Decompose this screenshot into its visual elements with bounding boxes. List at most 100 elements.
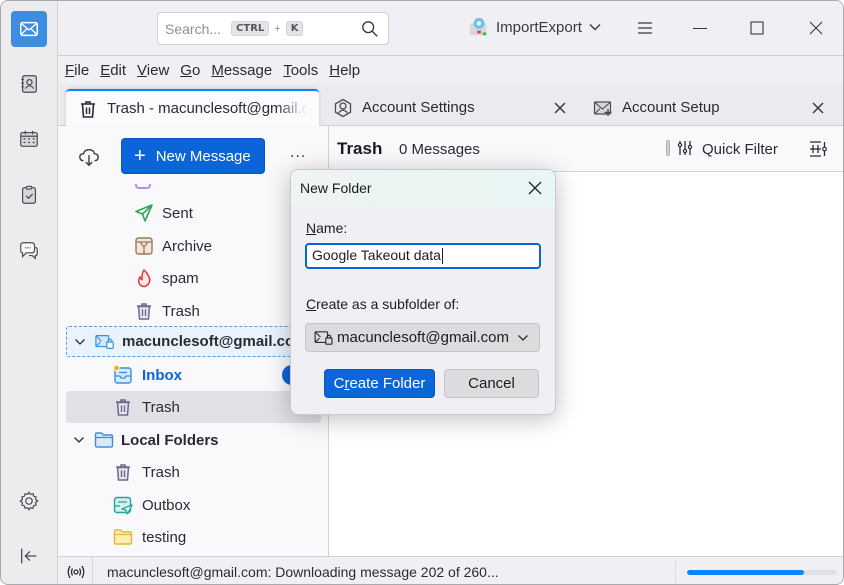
shortcut-key-k: K: [285, 21, 304, 36]
folder-pane: + New Message ... Sent Archive spam Tras…: [58, 126, 329, 556]
folder-label: Trash: [142, 463, 180, 481]
chevron-down-icon[interactable]: [73, 434, 85, 446]
tasks-icon: [21, 185, 37, 204]
search-icon: [362, 21, 378, 37]
new-message-label: New Message: [155, 147, 251, 165]
addon-icon: [469, 17, 487, 36]
folder-pane-more-button[interactable]: ...: [290, 144, 306, 162]
space-calendar-button[interactable]: [11, 121, 47, 157]
get-messages-icon[interactable]: [78, 146, 100, 168]
account-local-folders[interactable]: Local Folders: [66, 424, 321, 456]
dialog-title: New Folder: [300, 180, 372, 196]
divider: [675, 561, 676, 583]
account-mail-icon: [314, 330, 333, 345]
account-icon: [334, 98, 352, 117]
tab-label: Trash - macunclesoft@gmail.com: [107, 100, 307, 117]
folder-outbox[interactable]: Outbox: [66, 489, 321, 521]
folder-trash[interactable]: Trash: [66, 295, 321, 327]
folder-label: Trash: [142, 398, 180, 416]
close-tab-icon[interactable]: [810, 100, 826, 116]
space-mail-button[interactable]: [11, 11, 47, 47]
download-progress-bar: [687, 570, 837, 575]
space-address-book-button[interactable]: [11, 66, 47, 102]
create-folder-button[interactable]: Cr eate Folder: [324, 369, 435, 398]
text-caret: [441, 248, 443, 265]
menu-go[interactable]: Go: [180, 62, 200, 79]
close-icon[interactable]: [527, 180, 543, 196]
plus-icon: +: [134, 145, 146, 167]
folder-label: Sent: [162, 204, 193, 222]
shortcut-key-ctrl: CTRL: [231, 21, 270, 36]
tab-label: Account Settings: [362, 99, 475, 116]
spam-icon: [137, 268, 151, 288]
close-window-button[interactable]: [803, 15, 829, 41]
folder-inbox[interactable]: Inbox 2: [66, 359, 321, 391]
chat-icon: [20, 242, 38, 260]
folder-title: Trash: [337, 139, 383, 158]
sent-icon: [135, 204, 153, 222]
display-options-icon[interactable]: [809, 140, 827, 158]
menu-file[interactable]: File: [65, 62, 89, 79]
minimize-icon: [693, 27, 707, 30]
folder-label: Inbox: [142, 366, 182, 384]
folder-testing[interactable]: testing: [66, 521, 321, 553]
message-count: 0 Messages: [399, 141, 480, 158]
menu-message[interactable]: Message: [211, 62, 272, 79]
tab-account-settings[interactable]: Account Settings: [333, 89, 568, 126]
folder-spam[interactable]: spam: [66, 262, 321, 294]
tab-account-setup[interactable]: Account Setup: [593, 89, 826, 126]
new-message-button[interactable]: + New Message: [121, 138, 265, 174]
folder-label: testing: [142, 528, 187, 546]
folder-name-input[interactable]: Google Takeout data: [305, 243, 541, 269]
menu-view[interactable]: View: [137, 62, 169, 79]
importexport-addon-button[interactable]: ImportExport: [468, 16, 602, 38]
online-status-icon[interactable]: [66, 563, 86, 581]
space-tasks-button[interactable]: [11, 177, 47, 213]
settings-button[interactable]: [11, 483, 47, 519]
account-macunclesoft[interactable]: macunclesoft@gmail.com: [66, 326, 321, 357]
status-bar: macunclesoft@gmail.com: Downloading mess…: [58, 556, 843, 584]
tab-label: Account Setup: [622, 99, 720, 116]
quick-filter-button[interactable]: Quick Filter: [702, 141, 778, 158]
global-search-input[interactable]: Search... CTRL + K: [157, 12, 389, 45]
space-chat-button[interactable]: [11, 233, 47, 269]
cancel-button[interactable]: Cancel: [444, 369, 539, 398]
folder-archive[interactable]: Archive: [66, 230, 321, 262]
divider: [92, 557, 93, 584]
menu-tools[interactable]: Tools: [283, 62, 318, 79]
parent-folder-select[interactable]: macunclesoft@gmail.com: [305, 323, 540, 352]
trash-icon: [137, 303, 151, 320]
trash-icon: [81, 100, 95, 118]
gear-icon: [19, 491, 39, 511]
folder-label: Trash: [162, 302, 200, 320]
menu-edit[interactable]: Edit: [100, 62, 126, 79]
chevron-down-icon: [518, 335, 528, 341]
folder-icon: [113, 529, 133, 545]
maximize-icon: [750, 21, 764, 35]
minimize-button[interactable]: [687, 15, 713, 41]
addon-label: ImportExport: [496, 18, 582, 36]
account-mail-icon: [95, 334, 114, 349]
collapse-left-icon: [21, 548, 37, 564]
folder-pane-header: + New Message ...: [58, 126, 328, 184]
close-tab-icon[interactable]: [552, 100, 568, 116]
hamburger-menu-icon: [638, 22, 652, 34]
menu-bar: File Edit View Go Message Tools Help: [58, 56, 843, 84]
trash-icon: [116, 399, 130, 416]
mail-icon: [20, 21, 38, 37]
chevron-down-icon[interactable]: [74, 336, 86, 348]
tab-trash[interactable]: Trash - macunclesoft@gmail.com: [66, 89, 319, 126]
calendar-icon: [20, 130, 38, 147]
quick-filter-toggle[interactable]: [666, 140, 670, 156]
collapse-spaces-button[interactable]: [11, 538, 47, 574]
folder-account-trash[interactable]: Trash: [66, 391, 321, 423]
account-label: macunclesoft@gmail.com: [122, 333, 292, 350]
menu-help[interactable]: Help: [329, 62, 360, 79]
chevron-down-icon: [589, 24, 601, 31]
maximize-button[interactable]: [744, 15, 770, 41]
folder-sent[interactable]: Sent: [66, 197, 321, 229]
folder-local-trash[interactable]: Trash: [66, 456, 321, 488]
account-label: Local Folders: [121, 431, 219, 449]
app-menu-button[interactable]: [632, 15, 658, 41]
subfolder-label: Create as a subfolder of:: [306, 296, 460, 312]
